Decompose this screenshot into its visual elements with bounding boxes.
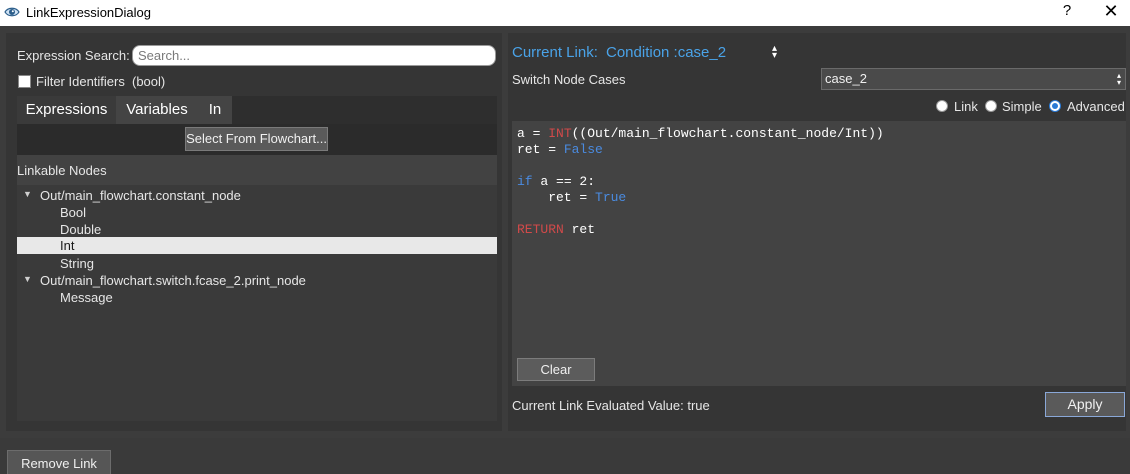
mode-link-radio[interactable]	[936, 100, 948, 112]
app-eye-icon	[4, 7, 20, 17]
tree-item-print-node[interactable]: ▼ Out/main_flowchart.switch.fcase_2.prin…	[17, 272, 497, 289]
expression-search-input[interactable]	[132, 45, 496, 66]
switch-node-cases-select[interactable]: case_2 ▴ ▾	[821, 68, 1126, 90]
tree-header: Linkable Nodes	[17, 155, 497, 185]
tab-in[interactable]: In	[198, 96, 232, 124]
remove-link-button[interactable]: Remove Link	[7, 450, 111, 474]
code-line: ret = True	[517, 190, 627, 205]
mode-link-label: Link	[954, 99, 978, 114]
mode-simple-radio[interactable]	[985, 100, 997, 112]
dropdown-arrows-icon: ▴ ▾	[1116, 71, 1121, 87]
tree-item-label: Out/main_flowchart.switch.fcase_2.print_…	[40, 273, 306, 288]
tree-item-label: Int	[60, 238, 75, 253]
evaluated-value-label: Current Link Evaluated Value: true	[512, 398, 710, 413]
footer-bar	[0, 438, 1130, 474]
code-line: if a == 2:	[517, 174, 596, 189]
title-bar: LinkExpressionDialog ? ✕	[0, 0, 1130, 26]
mode-simple-label: Simple	[1002, 99, 1042, 114]
apply-button[interactable]: Apply	[1045, 392, 1125, 417]
expression-search-label: Expression Search:	[17, 48, 130, 63]
code-line: ret = False	[517, 142, 603, 157]
tab-variables[interactable]: Variables	[116, 96, 198, 124]
expression-editor[interactable]: a = INT((Out/main_flowchart.constant_nod…	[512, 121, 1126, 386]
mode-advanced-label: Advanced	[1067, 99, 1125, 114]
tree-item-double[interactable]: Double	[17, 221, 497, 238]
current-link-spin-icon[interactable]: ▴ ▾	[772, 44, 777, 61]
current-link-value[interactable]: Condition :case_2	[606, 44, 726, 61]
tree-item-label: Double	[60, 222, 102, 237]
linkable-nodes-header: Linkable Nodes	[17, 163, 107, 178]
code-line: RETURN ret	[517, 222, 596, 237]
expand-arrow-icon[interactable]: ▼	[23, 189, 32, 199]
expand-arrow-icon[interactable]: ▼	[23, 274, 32, 284]
tab-expressions[interactable]: Expressions	[17, 96, 116, 124]
tree-item-label: String	[60, 256, 94, 271]
tree-item-int[interactable]: Int	[17, 237, 497, 254]
code-line: a = INT((Out/main_flowchart.constant_nod…	[517, 126, 884, 141]
clear-button[interactable]: Clear	[517, 358, 595, 381]
tree-item-bool[interactable]: Bool	[17, 204, 497, 221]
tree-item-label: Bool	[60, 205, 87, 220]
tree-item-constant-node[interactable]: ▼ Out/main_flowchart.constant_node	[17, 187, 497, 204]
tree-item-message[interactable]: Message	[17, 289, 497, 306]
switch-node-cases-value: case_2	[825, 71, 867, 86]
close-button[interactable]: ✕	[1100, 1, 1122, 23]
current-link-label: Current Link:	[512, 44, 598, 61]
tree-item-label: Message	[60, 290, 113, 305]
window-title: LinkExpressionDialog	[26, 5, 152, 20]
mode-advanced-radio[interactable]	[1049, 100, 1061, 112]
tree-item-string[interactable]: String	[17, 255, 497, 272]
select-from-flowchart-button[interactable]: Select From Flowchart...	[185, 127, 328, 151]
filter-type-label: (bool)	[132, 74, 166, 89]
filter-identifiers-checkbox[interactable]	[18, 75, 31, 88]
filter-identifiers-label: Filter Identifiers	[36, 74, 125, 89]
help-button[interactable]: ?	[1058, 2, 1076, 22]
switch-node-cases-label: Switch Node Cases	[512, 72, 626, 87]
tree-item-label: Out/main_flowchart.constant_node	[40, 188, 241, 203]
